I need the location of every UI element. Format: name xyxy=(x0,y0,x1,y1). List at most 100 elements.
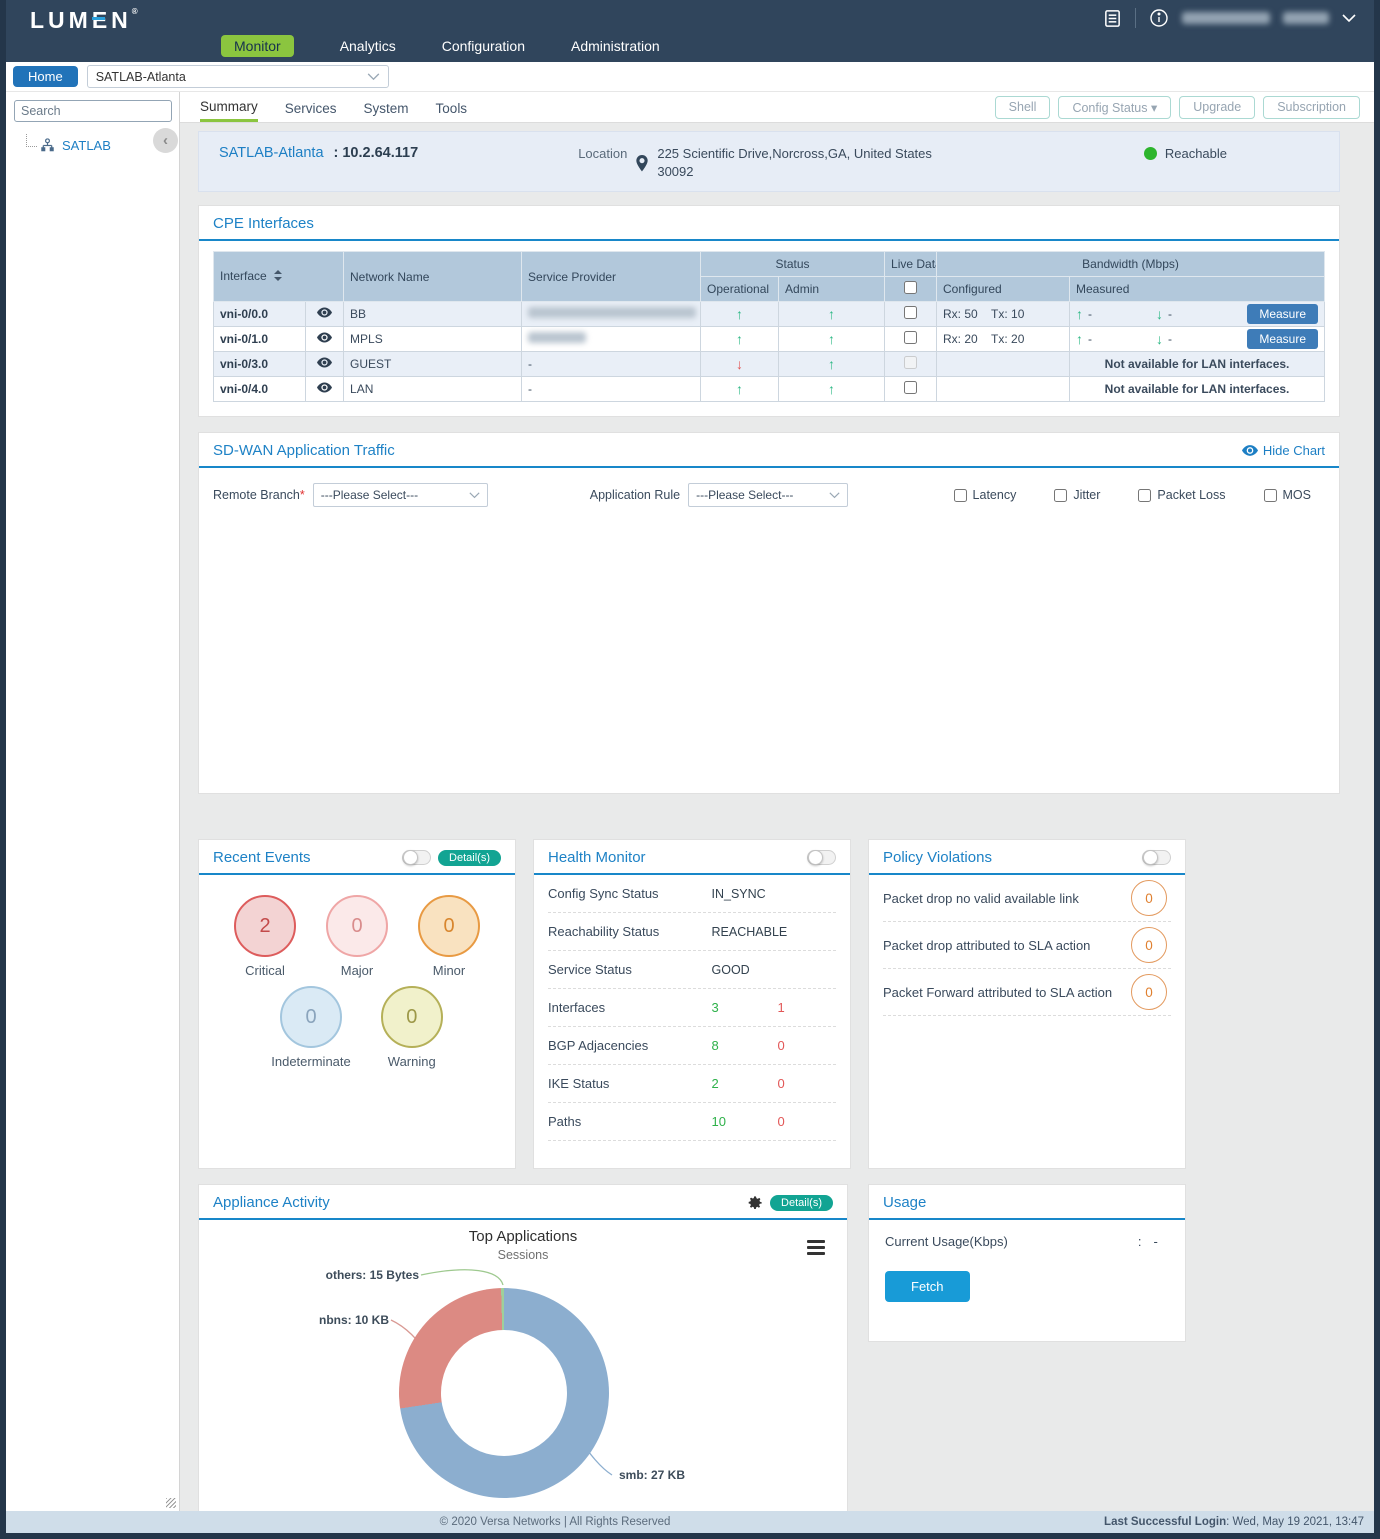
logo-blue-accent xyxy=(92,17,105,20)
hide-chart-link[interactable]: Hide Chart xyxy=(1242,443,1325,458)
user-org-redacted[interactable] xyxy=(1283,12,1329,24)
measure-button[interactable]: Measure xyxy=(1247,329,1318,349)
cpe-row-vni-0-1-0: vni-0/1.0 MPLS ↑ ↑ Rx: 20 Tx: 20 xyxy=(214,327,1325,352)
column-header-measured: Measured xyxy=(1070,277,1325,302)
sort-icon[interactable] xyxy=(274,270,282,284)
sidebar-item-label: SATLAB xyxy=(62,138,111,153)
application-rule-select[interactable]: ---Please Select--- xyxy=(688,483,848,507)
form-list-icon[interactable] xyxy=(1103,9,1122,28)
nav-item-analytics[interactable]: Analytics xyxy=(340,38,396,54)
lumen-logo: LUMEN® xyxy=(30,7,138,34)
select-chevron-down-icon xyxy=(367,73,380,81)
tab-system[interactable]: System xyxy=(364,94,409,121)
live-data-checkbox[interactable] xyxy=(904,381,917,394)
policy-row-packet-forward-sla: Packet Forward attributed to SLA action … xyxy=(883,969,1171,1016)
mos-checkbox[interactable] xyxy=(1264,489,1277,502)
column-header-bandwidth: Bandwidth (Mbps) xyxy=(937,252,1325,277)
tab-services[interactable]: Services xyxy=(285,94,337,121)
live-data-select-all-checkbox[interactable] xyxy=(904,281,917,294)
event-count-warning[interactable]: 0 Warning xyxy=(381,986,443,1069)
gear-icon[interactable] xyxy=(747,1195,763,1211)
shell-button[interactable]: Shell xyxy=(995,96,1051,119)
admin-status-arrow: ↑ xyxy=(828,306,835,322)
admin-status-arrow: ↑ xyxy=(828,356,835,372)
jitter-checkbox[interactable] xyxy=(1054,489,1067,502)
latency-checkbox-group: Latency xyxy=(954,488,1017,502)
policy-violations-toggle[interactable] xyxy=(1142,850,1171,865)
column-header-network-name[interactable]: Network Name xyxy=(344,252,522,302)
upgrade-button[interactable]: Upgrade xyxy=(1179,96,1255,119)
tx-down-arrow-icon: ↓ xyxy=(1156,331,1163,347)
event-count-minor[interactable]: 0 Minor xyxy=(418,895,480,978)
eye-icon[interactable] xyxy=(317,307,332,318)
event-count-indeterminate[interactable]: 0 Indeterminate xyxy=(271,986,351,1069)
eye-icon[interactable] xyxy=(317,332,332,343)
tab-summary[interactable]: Summary xyxy=(200,92,258,122)
live-data-checkbox[interactable] xyxy=(904,331,917,344)
latency-checkbox[interactable] xyxy=(954,489,967,502)
appliance-selector[interactable]: SATLAB-Atlanta xyxy=(87,65,389,88)
live-data-checkbox[interactable] xyxy=(904,306,917,319)
event-count-major[interactable]: 0 Major xyxy=(326,895,388,978)
service-provider-redacted xyxy=(528,332,586,343)
nav-item-monitor[interactable]: Monitor xyxy=(221,35,294,57)
fetch-button[interactable]: Fetch xyxy=(885,1271,970,1302)
home-toolbar: Home SATLAB-Atlanta xyxy=(6,62,1374,92)
info-icon[interactable] xyxy=(1149,8,1169,28)
sdwan-title: SD-WAN Application Traffic xyxy=(213,442,395,459)
donut-label-nbns: nbns: 10 KB xyxy=(239,1313,389,1327)
packet-loss-checkbox[interactable] xyxy=(1138,489,1151,502)
network-name-cell: MPLS xyxy=(344,327,522,352)
measure-button[interactable]: Measure xyxy=(1247,304,1318,324)
health-monitor-toggle[interactable] xyxy=(807,850,836,865)
application-window: LUMEN® Monitor Analytics xyxy=(0,0,1380,1539)
search-input[interactable] xyxy=(14,100,172,122)
usage-title: Usage xyxy=(883,1194,926,1211)
tree-connector xyxy=(26,134,37,147)
mos-checkbox-group: MOS xyxy=(1264,488,1311,502)
user-menu-chevron-down-icon[interactable] xyxy=(1342,14,1356,23)
details-badge[interactable]: Detail(s) xyxy=(770,1195,833,1211)
eye-icon[interactable] xyxy=(317,382,332,393)
column-header-live-data: Live Data xyxy=(885,252,937,277)
event-count-critical[interactable]: 2 Critical xyxy=(234,895,296,978)
org-tree-icon xyxy=(40,138,55,153)
reachable-status-dot xyxy=(1144,147,1157,160)
sidebar-resize-handle[interactable] xyxy=(166,1498,176,1508)
column-header-configured: Configured xyxy=(937,277,1070,302)
service-provider-cell: - xyxy=(522,352,701,377)
eye-icon[interactable] xyxy=(317,357,332,368)
appliance-activity-card: Appliance Activity Detail(s) Top Applica… xyxy=(198,1184,848,1511)
recent-events-title: Recent Events xyxy=(213,849,311,866)
network-name-cell: BB xyxy=(344,302,522,327)
cpe-interfaces-title: CPE Interfaces xyxy=(213,215,314,232)
cpe-interfaces-card: CPE Interfaces Interface xyxy=(198,205,1340,417)
health-row-paths: Paths100 xyxy=(548,1103,836,1141)
top-applications-donut[interactable] xyxy=(399,1288,609,1498)
recent-events-toggle[interactable] xyxy=(402,850,431,865)
home-button[interactable]: Home xyxy=(13,66,78,87)
user-label-redacted[interactable] xyxy=(1182,12,1270,24)
appliance-info-bar: SATLAB-Atlanta : 10.2.64.117 Location 22… xyxy=(198,131,1340,192)
subscription-button[interactable]: Subscription xyxy=(1263,96,1360,119)
last-login-text: Last Successful Login: Wed, May 19 2021,… xyxy=(1104,1516,1374,1528)
config-status-button[interactable]: Config Status ▾ xyxy=(1058,96,1171,119)
tab-tools[interactable]: Tools xyxy=(436,94,468,121)
admin-status-arrow: ↑ xyxy=(828,381,835,397)
column-header-service-provider[interactable]: Service Provider xyxy=(522,252,701,302)
appliance-address: 225 Scientific Drive,Norcross,GA, United… xyxy=(657,145,932,181)
eye-chart-icon xyxy=(1242,445,1258,456)
operational-status-arrow: ↓ xyxy=(736,356,743,372)
remote-branch-select[interactable]: ---Please Select--- xyxy=(313,483,488,507)
column-header-interface[interactable]: Interface xyxy=(214,252,344,302)
service-provider-redacted xyxy=(528,307,696,318)
usage-card: Usage Current Usage(Kbps) : - Fetch xyxy=(868,1184,1186,1342)
sidebar-collapse-button[interactable]: ‹ xyxy=(153,128,178,153)
nav-item-administration[interactable]: Administration xyxy=(571,38,660,54)
donut-label-smb: smb: 27 KB xyxy=(619,1468,685,1482)
donut-label-others: others: 15 Bytes xyxy=(259,1268,419,1282)
health-row-config-sync: Config Sync StatusIN_SYNC xyxy=(548,875,836,913)
chart-menu-hamburger-icon[interactable] xyxy=(807,1240,825,1258)
nav-item-configuration[interactable]: Configuration xyxy=(442,38,525,54)
details-badge[interactable]: Detail(s) xyxy=(438,850,501,866)
